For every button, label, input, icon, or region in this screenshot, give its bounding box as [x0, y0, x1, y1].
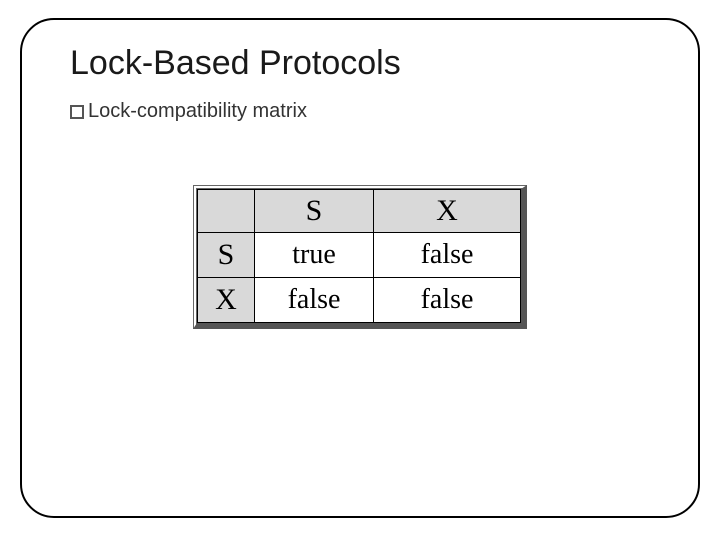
matrix-corner-cell: [198, 190, 255, 233]
matrix-col-header: X: [374, 190, 521, 233]
slide-frame: Lock-Based Protocols Lock-compatibility …: [20, 18, 700, 518]
table-row: S true false: [198, 233, 521, 278]
matrix-cell: false: [255, 278, 374, 323]
matrix-cell: false: [374, 233, 521, 278]
matrix-col-header: S: [255, 190, 374, 233]
matrix-cell: false: [374, 278, 521, 323]
matrix-table: S X S true false X false false: [197, 189, 521, 323]
table-row: X false false: [198, 278, 521, 323]
matrix-row-header: X: [198, 278, 255, 323]
table-row: S X: [198, 190, 521, 233]
subtitle-text: Lock-compatibility matrix: [88, 100, 307, 123]
subtitle-row: Lock-compatibility matrix: [70, 100, 307, 123]
lock-compatibility-matrix: S X S true false X false false: [193, 185, 527, 329]
slide-title: Lock-Based Protocols: [70, 44, 401, 83]
matrix-cell: true: [255, 233, 374, 278]
matrix-row-header: S: [198, 233, 255, 278]
bullet-square-icon: [70, 105, 84, 119]
